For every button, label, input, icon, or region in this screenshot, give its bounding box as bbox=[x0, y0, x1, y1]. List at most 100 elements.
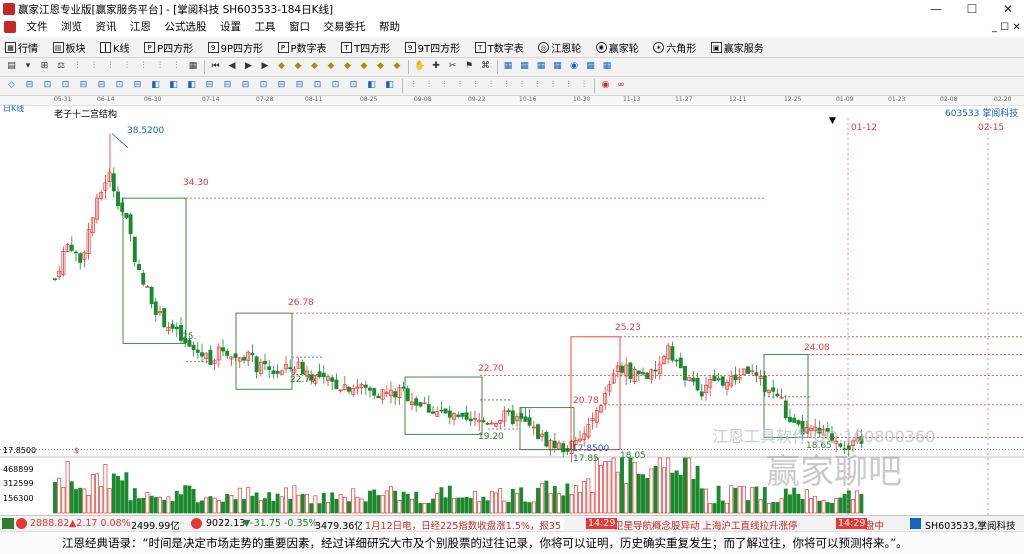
analysis-tool-34-icon[interactable]: ⫶ bbox=[579, 80, 590, 91]
analysis-tool-3-icon[interactable]: ⊡ bbox=[42, 80, 53, 91]
book-icon[interactable]: ▦ bbox=[585, 61, 596, 72]
dropdown-icon[interactable]: ▾ bbox=[23, 61, 34, 72]
analysis-tool-17-icon[interactable]: ⊟ bbox=[294, 80, 305, 91]
toolbar-sectors[interactable]: ▤ 板块 bbox=[48, 37, 86, 57]
toolbar-gann-wheel[interactable]: ◎ 江恩轮 bbox=[533, 37, 581, 57]
toolbar-t-table[interactable]: T T数字表 bbox=[470, 37, 524, 57]
analysis-tool-28-icon[interactable]: ⫶ bbox=[486, 80, 497, 91]
diamond-8-icon[interactable]: ◆ bbox=[392, 61, 403, 72]
menu-help[interactable]: 帮助 bbox=[374, 18, 405, 37]
analysis-tool-12-icon[interactable]: ⊟ bbox=[204, 80, 215, 91]
toolbar-kline[interactable]: ┃ K线 bbox=[95, 37, 130, 57]
analysis-tool-33-icon[interactable]: ⫶ bbox=[563, 80, 574, 91]
crosshair-icon[interactable]: ✚ bbox=[431, 61, 442, 72]
analysis-tool-30-icon[interactable]: ⫶ bbox=[517, 80, 528, 91]
candle-2-icon[interactable]: ⫶ bbox=[89, 61, 100, 72]
analysis-tool-5-icon[interactable]: ⊟ bbox=[78, 80, 89, 91]
analysis-tool-2-icon[interactable]: ⊟ bbox=[24, 80, 35, 91]
toolbar-9p-square[interactable]: 9 9P四方形 bbox=[203, 37, 263, 57]
diamond-2-icon[interactable]: ◆ bbox=[293, 61, 304, 72]
diamond-7-icon[interactable]: ◆ bbox=[375, 61, 386, 72]
analysis-tool-6-icon[interactable]: ⊟ bbox=[96, 80, 107, 91]
hand-icon[interactable]: ✋ bbox=[414, 61, 425, 72]
menu-gann[interactable]: 江恩 bbox=[125, 18, 156, 37]
calc-4-icon[interactable]: ▦ bbox=[552, 61, 563, 72]
menu-info[interactable]: 资讯 bbox=[91, 18, 122, 37]
analysis-tool-19-icon[interactable]: ⊡ bbox=[330, 80, 341, 91]
analysis-tool-35-icon[interactable]: ◉ bbox=[600, 80, 611, 91]
calc-2-icon[interactable]: ▦ bbox=[519, 61, 530, 72]
boxes-icon[interactable]: ⊞ bbox=[39, 61, 50, 72]
next-icon[interactable]: ▶ bbox=[243, 61, 254, 72]
analysis-tool-23-icon[interactable]: ⫶ bbox=[408, 80, 419, 91]
analysis-tool-26-icon[interactable]: ⫶ bbox=[455, 80, 466, 91]
kline-chart[interactable]: 日K线 603533 掌阅科技 老子十二宫结构 ▼ 01-12 02-15 38… bbox=[0, 105, 1024, 515]
diamond-4-icon[interactable]: ◆ bbox=[326, 61, 337, 72]
toolbar-hexagon[interactable]: ✶ 六角形 bbox=[648, 37, 696, 57]
toolbar-service[interactable]: ▣ 赢家服务 bbox=[706, 37, 764, 57]
grid-2-icon[interactable]: ▦ bbox=[188, 61, 199, 72]
diamond-3-icon[interactable]: ◆ bbox=[309, 61, 320, 72]
calc-1-icon[interactable]: ▦ bbox=[503, 61, 514, 72]
app-menu-icon[interactable] bbox=[4, 21, 16, 33]
diamond-1-icon[interactable]: ◆ bbox=[276, 61, 287, 72]
analysis-tool-22-icon[interactable]: ◧ bbox=[384, 80, 395, 91]
candle-1-icon[interactable]: ⫶ bbox=[72, 61, 83, 72]
analysis-tool-32-icon[interactable]: ⫶ bbox=[548, 80, 559, 91]
flag-icon[interactable]: ⚑ bbox=[464, 61, 475, 72]
menu-formula-select[interactable]: 公式选股 bbox=[160, 18, 212, 37]
analysis-tool-24-icon[interactable]: ⫶ bbox=[424, 80, 435, 91]
diamond-5-icon[interactable]: ◆ bbox=[342, 61, 353, 72]
analysis-tool-15-icon[interactable]: ⊡ bbox=[258, 80, 269, 91]
toolbar-winner-wheel[interactable]: ✺ 赢家轮 bbox=[591, 37, 639, 57]
record-icon[interactable]: ◉ bbox=[569, 61, 580, 72]
analysis-tool-10-icon[interactable]: ◧ bbox=[168, 80, 179, 91]
dropdown-arrow-icon[interactable]: ▼ bbox=[829, 116, 836, 126]
analysis-tool-14-icon[interactable]: ⊟ bbox=[240, 80, 251, 91]
toolbar-9t-square[interactable]: 9 9T四方形 bbox=[400, 37, 460, 57]
toolbar-p-square[interactable]: P P四方形 bbox=[139, 37, 193, 57]
menu-trade[interactable]: 交易委托 bbox=[319, 18, 371, 37]
menu-file[interactable]: 文件 bbox=[22, 18, 53, 37]
analysis-tool-36-icon[interactable]: ∞ bbox=[616, 80, 627, 91]
layout-icon[interactable]: ▤ bbox=[6, 61, 17, 72]
menu-settings[interactable]: 设置 bbox=[215, 18, 246, 37]
analysis-tool-31-icon[interactable]: ⫶ bbox=[532, 80, 543, 91]
analysis-tool-27-icon[interactable]: ⫶ bbox=[470, 80, 481, 91]
menu-tools[interactable]: 工具 bbox=[250, 18, 281, 37]
toolbar-p-table[interactable]: P P数字表 bbox=[273, 37, 327, 57]
analysis-tool-29-icon[interactable]: ⫶ bbox=[501, 80, 512, 91]
analysis-tool-8-icon[interactable]: ⊟ bbox=[132, 80, 143, 91]
candle-5-icon[interactable]: ⫶ bbox=[138, 61, 149, 72]
diamond-6-icon[interactable]: ◆ bbox=[359, 61, 370, 72]
command-icon[interactable]: ⌘ bbox=[480, 61, 491, 72]
analysis-tool-16-icon[interactable]: ⊟ bbox=[276, 80, 287, 91]
balance-icon[interactable]: ⚖ bbox=[56, 61, 67, 72]
analysis-tool-4-icon[interactable]: ⊡ bbox=[60, 80, 71, 91]
candle-7-icon[interactable]: ⫶ bbox=[171, 61, 182, 72]
play-icon[interactable]: ▶ bbox=[260, 61, 271, 72]
analysis-tool-9-icon[interactable]: ◧ bbox=[150, 80, 161, 91]
analysis-tool-1-icon[interactable]: ◇ bbox=[6, 80, 17, 91]
analysis-tool-13-icon[interactable]: ⊟ bbox=[222, 80, 233, 91]
analysis-tool-20-icon[interactable]: ⊡ bbox=[348, 80, 359, 91]
analysis-tool-21-icon[interactable]: ◧ bbox=[366, 80, 377, 91]
scissors-icon[interactable]: ✂ bbox=[447, 61, 458, 72]
toolbar-t-square[interactable]: T T四方形 bbox=[336, 37, 390, 57]
candle-4-icon[interactable]: ⫶ bbox=[122, 61, 133, 72]
print-icon[interactable]: ▦ bbox=[602, 61, 613, 72]
analysis-tool-18-icon[interactable]: ⊡ bbox=[312, 80, 323, 91]
toolbar-quotes[interactable]: ▦ 行情 bbox=[0, 37, 38, 57]
kline-chart-area[interactable]: 日K线 603533 掌阅科技 老子十二宫结构 ▼ 01-12 02-15 38… bbox=[0, 105, 1024, 515]
menu-window[interactable]: 窗口 bbox=[284, 18, 315, 37]
menu-browse[interactable]: 浏览 bbox=[56, 18, 87, 37]
analysis-tool-7-icon[interactable]: ⊡ bbox=[114, 80, 125, 91]
close-button[interactable]: ✕ bbox=[986, 0, 1024, 18]
candle-6-icon[interactable]: ⫶ bbox=[155, 61, 166, 72]
analysis-tool-25-icon[interactable]: ⫶ bbox=[439, 80, 450, 91]
prev-icon[interactable]: ◀ bbox=[227, 61, 238, 72]
calc-3-icon[interactable]: ▦ bbox=[536, 61, 547, 72]
analysis-tool-11-icon[interactable]: ◧ bbox=[186, 80, 197, 91]
mdi-window-controls[interactable]: _ ☐ ✕ bbox=[992, 18, 1021, 37]
first-icon[interactable]: ⏮ bbox=[210, 61, 221, 72]
